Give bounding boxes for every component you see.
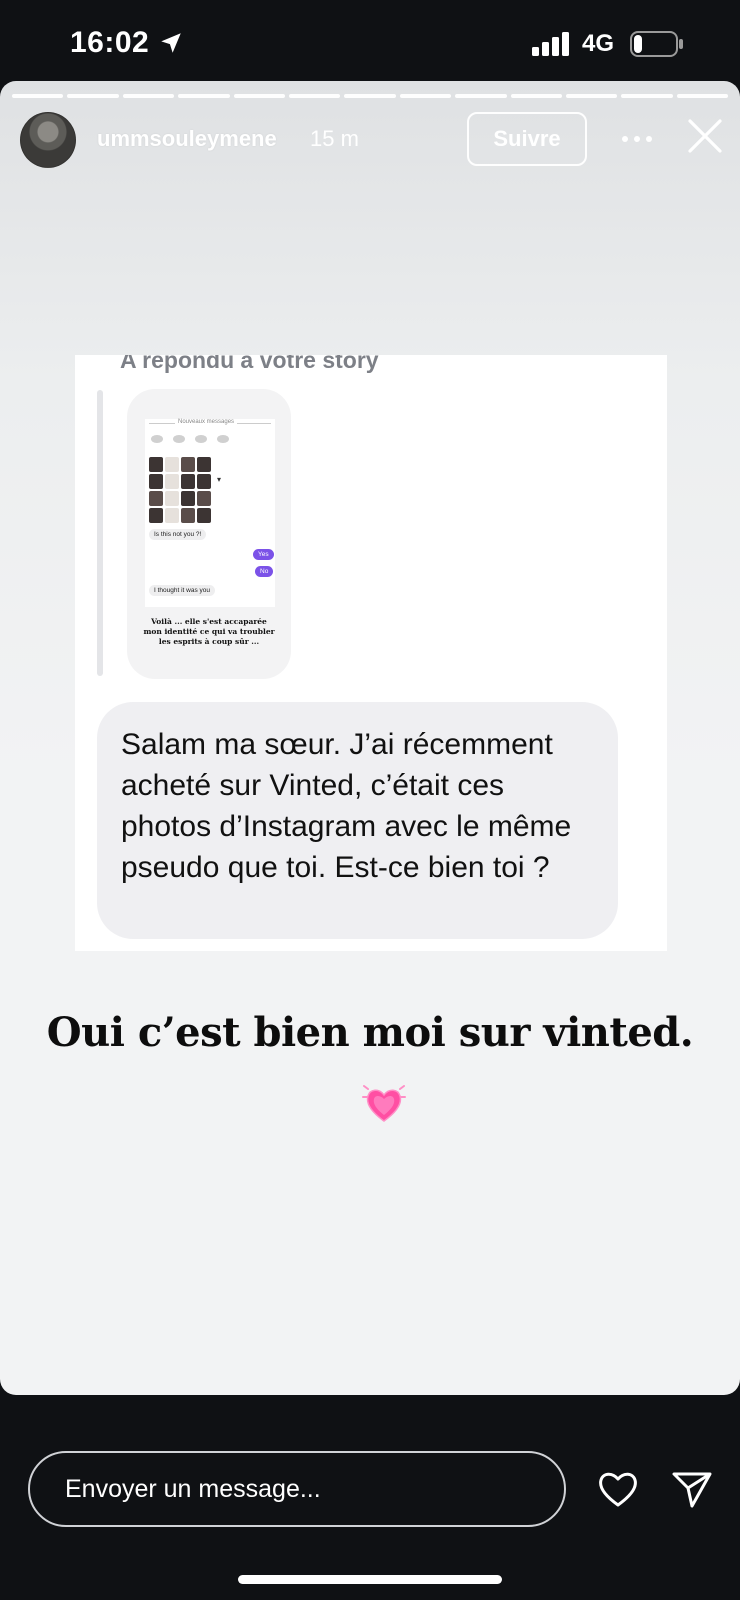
- growing-heart-icon: [362, 1085, 406, 1122]
- progress-segment: [621, 94, 673, 98]
- battery-icon: [630, 31, 683, 57]
- progress-segment: [178, 94, 230, 98]
- progress-segment: [233, 94, 285, 98]
- thumbnail-dot-icon: [195, 435, 207, 443]
- thumbnail-bubble: Is this not you ?!: [149, 529, 207, 540]
- thumbnail-dot-icon: [217, 435, 229, 443]
- message-bubble: Salam ma sœur. J’ai récemment acheté sur…: [97, 702, 618, 939]
- progress-segment: [676, 94, 729, 98]
- clothes-photo-grid: [149, 457, 211, 523]
- cellular-signal-icon: [532, 32, 569, 56]
- location-arrow-icon: [161, 33, 181, 53]
- follow-button[interactable]: Suivre: [467, 112, 587, 166]
- progress-segment: [344, 94, 396, 98]
- story-username[interactable]: ummsouleymene: [97, 126, 277, 152]
- thumbnail-screen: Nouveaux messages ▾ Is this not you ?! Y…: [145, 419, 275, 607]
- message-input[interactable]: Envoyer un message...: [28, 1451, 566, 1527]
- story-time-ago: 15 m: [310, 126, 359, 151]
- progress-segment: [67, 94, 119, 98]
- thumbnail-bubble-no: No: [255, 566, 274, 577]
- progress-segment: [12, 94, 64, 98]
- dm-screenshot: A répondu à votre story Nouveaux message…: [75, 355, 667, 951]
- heart-outline-icon[interactable]: [596, 1468, 640, 1510]
- network-type: 4G: [582, 30, 615, 57]
- thumbnail-bubble: I thought it was you: [149, 585, 216, 596]
- thumbnail-caption: Voilà ... elle s'est accaparée mon ident…: [143, 617, 275, 646]
- story-caption: Oui c’est bien moi sur vinted.: [46, 1009, 694, 1056]
- story-card[interactable]: ummsouleymene 15 m Suivre A répondu à vo…: [0, 81, 740, 1395]
- reply-indicator-bar: [97, 390, 103, 676]
- progress-segment: [510, 94, 562, 98]
- more-horizontal-icon[interactable]: [620, 127, 654, 151]
- story-thumbnail: Nouveaux messages ▾ Is this not you ?! Y…: [127, 389, 291, 679]
- progress-segment: [288, 94, 341, 98]
- message-input-placeholder: Envoyer un message...: [65, 1474, 321, 1503]
- progress-segment: [565, 94, 618, 98]
- reply-label: A répondu à votre story: [120, 355, 379, 373]
- story-progress-bar: [12, 94, 729, 98]
- thumbnail-header: Nouveaux messages: [175, 419, 238, 425]
- progress-segment: [122, 94, 175, 98]
- status-time: 16:02: [70, 26, 150, 59]
- thumbnail-dot-icon: [173, 435, 185, 443]
- status-bar: 16:02 4G: [0, 0, 740, 82]
- progress-segment: [399, 94, 452, 98]
- thumbnail-icon-row: [151, 435, 271, 445]
- close-icon[interactable]: [686, 117, 724, 155]
- thumbnail-bubble-yes: Yes: [253, 549, 274, 560]
- avatar[interactable]: [20, 112, 76, 168]
- thumbnail-dot-icon: [151, 435, 163, 443]
- progress-segment: [455, 94, 507, 98]
- home-indicator[interactable]: [238, 1575, 502, 1584]
- thumbnail-arrow-icon: ▾: [217, 475, 222, 484]
- send-icon[interactable]: [670, 1468, 714, 1510]
